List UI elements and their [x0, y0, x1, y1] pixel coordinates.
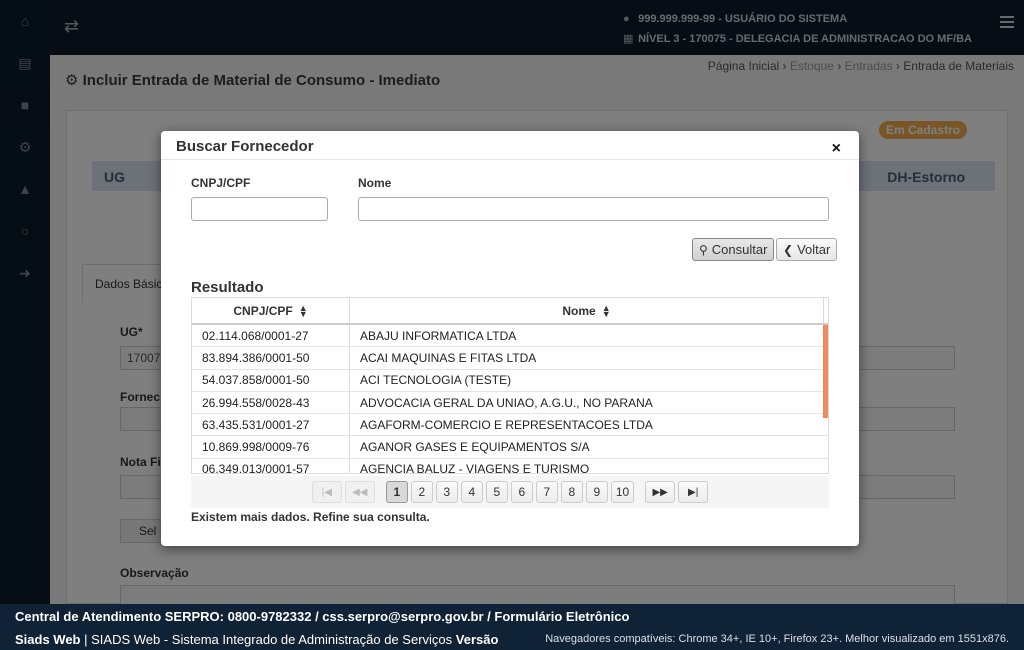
nome-cell: AGANOR GASES E EQUIPAMENTOS S/A: [360, 440, 590, 455]
cnpj-cell: 83.894.386/0001-50: [192, 347, 350, 369]
column-header-nome[interactable]: Nome ▲ ▼: [350, 298, 824, 323]
sort-icon: ▲ ▼: [601, 302, 611, 319]
cnpj-label: CNPJ/CPF: [191, 176, 251, 190]
table-row[interactable]: 83.894.386/0001-50 ACAI MAQUINAS E FITAS …: [192, 347, 828, 370]
page-button-9[interactable]: 9: [585, 481, 608, 503]
page-button-10[interactable]: 10: [610, 481, 635, 503]
table-row[interactable]: 06.349.013/0001-57 AGENCIA BALUZ - VIAGEN…: [192, 458, 828, 473]
page-button-4[interactable]: 4: [460, 481, 483, 503]
column-header-cnpj[interactable]: CNPJ/CPF ▲ ▼: [192, 298, 350, 323]
cnpj-cell: 06.349.013/0001-57: [192, 458, 350, 473]
consultar-label: Consultar: [711, 242, 768, 257]
table-row[interactable]: 02.114.068/0001-27 ABAJU INFORMATICA LTDA: [192, 325, 828, 348]
footer-brand: Siads Web: [15, 632, 81, 647]
page-button-2[interactable]: 2: [410, 481, 433, 503]
nome-label: Nome: [358, 176, 392, 190]
footer: Central de Atendimento SERPRO: 0800-9782…: [0, 604, 1024, 650]
sort-icon: ▲ ▼: [298, 302, 308, 319]
footer-system: Siads Web | SIADS Web - Sistema Integrad…: [15, 632, 498, 647]
voltar-label: Voltar: [797, 242, 831, 257]
footer-system-name: | SIADS Web - Sistema Integrado de Admin…: [80, 632, 456, 647]
close-icon[interactable]: ×: [832, 141, 841, 157]
footer-contact: Central de Atendimento SERPRO: 0800-9782…: [15, 609, 630, 624]
cnpj-cell: 10.869.998/0009-76: [192, 436, 350, 458]
page-button-8[interactable]: 8: [560, 481, 583, 503]
results-table: CNPJ/CPF ▲ ▼ Nome ▲ ▼ 02.114.068/0001-27 AB…: [191, 297, 829, 474]
page-button-5[interactable]: 5: [485, 481, 508, 503]
table-row[interactable]: 10.869.998/0009-76 AGANOR GASES E EQUIPAM…: [192, 436, 828, 459]
table-body: 02.114.068/0001-27 ABAJU INFORMATICA LTDA…: [192, 325, 828, 473]
more-data-message: Existem mais dados. Refine sua consulta.: [191, 510, 430, 524]
last-page-button[interactable]: ▶|: [678, 481, 709, 503]
paginator: |◀ ◀◀ 1 2 3 4 5 6 7 8 9 10 ▶▶ ▶|: [191, 476, 829, 508]
page-button-1[interactable]: 1: [385, 481, 408, 503]
cnpj-input[interactable]: [191, 197, 328, 221]
next-page-button[interactable]: ▶▶: [645, 481, 676, 503]
table-scrollbar[interactable]: [823, 325, 828, 418]
cnpj-cell: 02.114.068/0001-27: [192, 325, 350, 347]
consultar-button[interactable]: ⚲ Consultar: [692, 238, 775, 261]
modal-title: Buscar Fornecedor: [176, 138, 314, 155]
page-button-3[interactable]: 3: [435, 481, 458, 503]
first-page-button[interactable]: |◀: [311, 481, 342, 503]
nome-cell: AGAFORM-COMERCIO E REPRESENTACOES LTDA: [360, 417, 653, 432]
nome-cell: ADVOCACIA GERAL DA UNIAO, A.G.U., NO PAR…: [360, 395, 653, 410]
chevron-left-icon: ❮: [783, 242, 794, 257]
buscar-fornecedor-modal: Buscar Fornecedor × CNPJ/CPF Nome ⚲ Cons…: [161, 131, 859, 546]
nome-cell: ACAI MAQUINAS E FITAS LTDA: [360, 350, 537, 365]
search-icon: ⚲: [699, 242, 708, 257]
page-button-6[interactable]: 6: [510, 481, 533, 503]
nome-cell: AGENCIA BALUZ - VIAGENS E TURISMO: [360, 462, 590, 473]
nome-cell: ACI TECNOLOGIA (TESTE): [360, 373, 512, 388]
footer-compat: Navegadores compatíveis: Chrome 34+, IE …: [545, 633, 1009, 645]
table-row[interactable]: 26.994.558/0028-43 ADVOCACIA GERAL DA UNI…: [192, 391, 828, 415]
cnpj-cell: 26.994.558/0028-43: [192, 391, 350, 414]
footer-version: Versão: [455, 632, 499, 647]
nome-cell: ABAJU INFORMATICA LTDA: [360, 328, 517, 343]
cnpj-cell: 54.037.858/0001-50: [192, 369, 350, 391]
result-title: Resultado: [191, 279, 264, 296]
modal-header: Buscar Fornecedor ×: [161, 131, 859, 160]
table-row[interactable]: 63.435.531/0001-27 AGAFORM-COMERCIO E REP…: [192, 414, 828, 437]
page-button-7[interactable]: 7: [535, 481, 558, 503]
voltar-button[interactable]: ❮ Voltar: [776, 238, 838, 261]
prev-page-button[interactable]: ◀◀: [344, 481, 375, 503]
cnpj-cell: 63.435.531/0001-27: [192, 414, 350, 436]
table-row[interactable]: 54.037.858/0001-50 ACI TECNOLOGIA (TESTE): [192, 369, 828, 392]
table-header: CNPJ/CPF ▲ ▼ Nome ▲ ▼: [192, 298, 828, 325]
nome-input[interactable]: [358, 197, 829, 221]
